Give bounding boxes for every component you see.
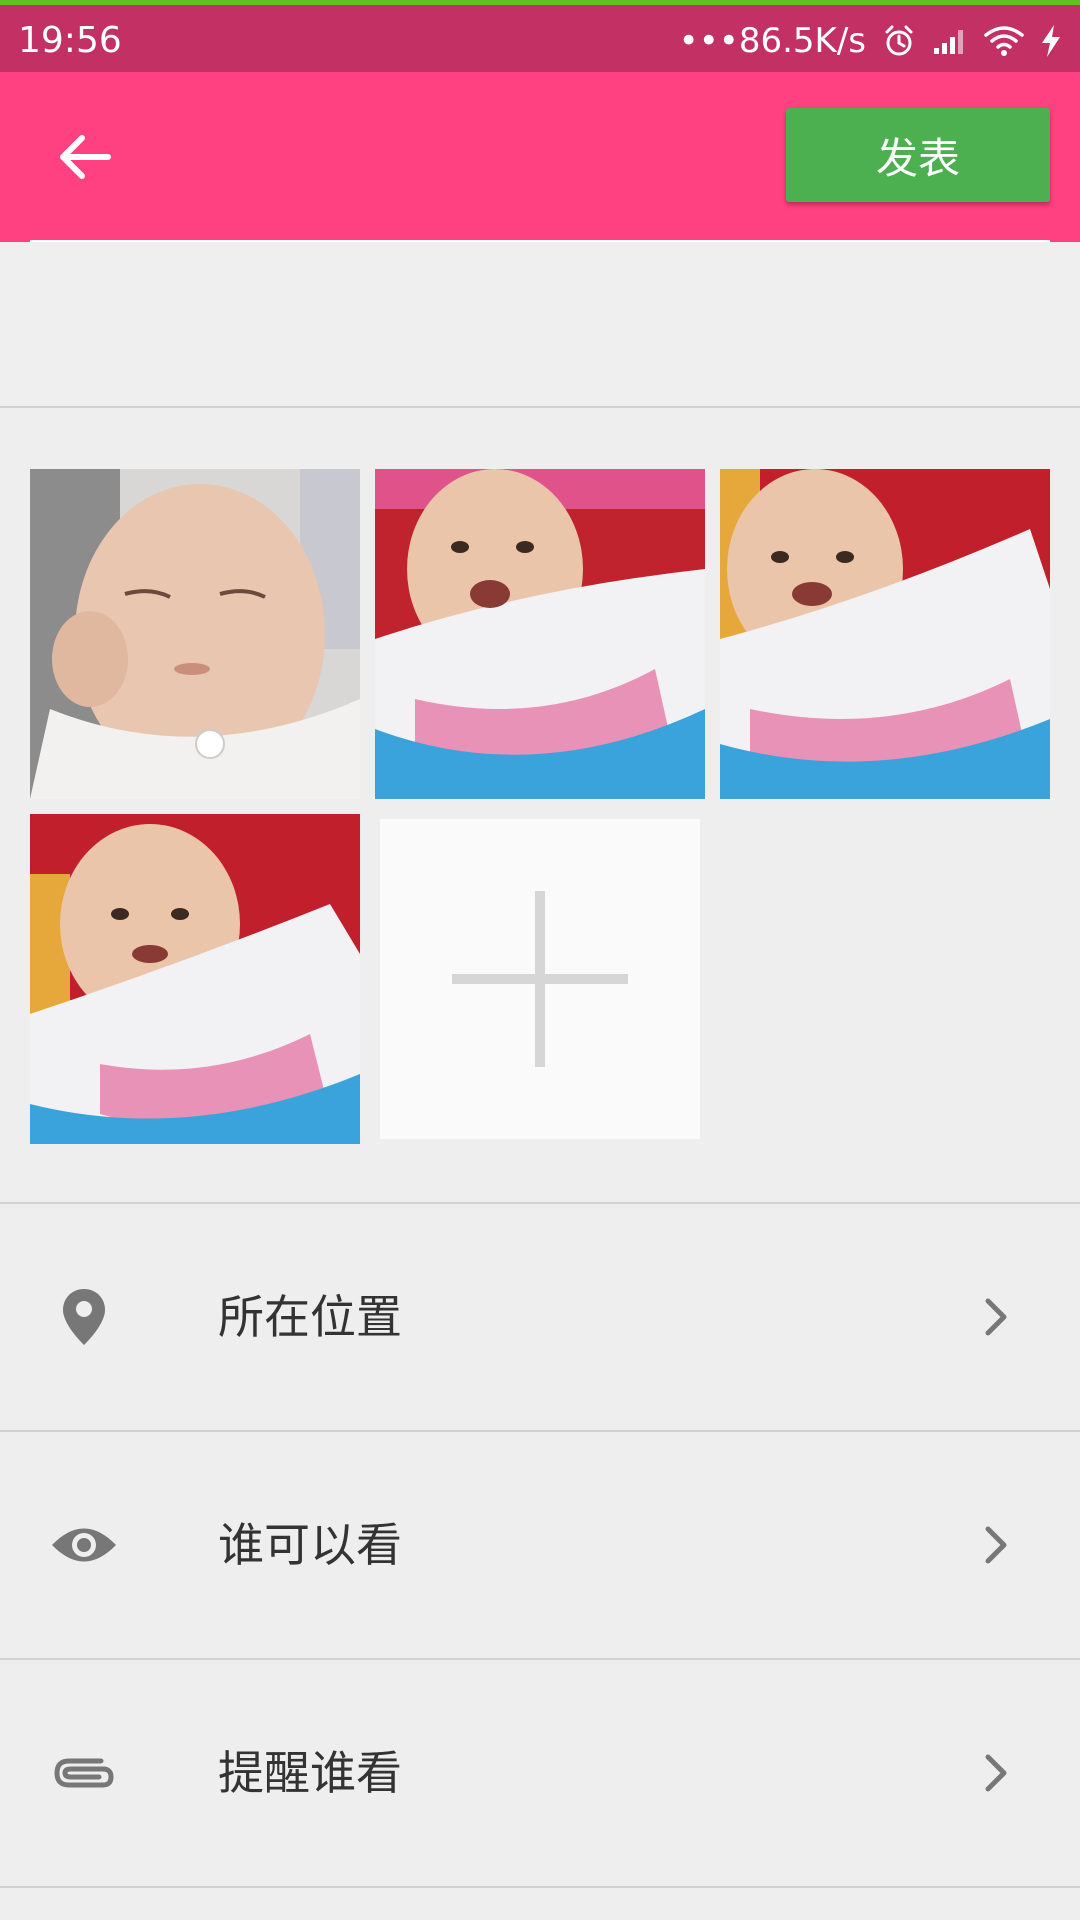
back-button[interactable]: [44, 122, 124, 192]
status-icons: •••86.5K/s: [679, 17, 1062, 65]
photo-thumbnail-4[interactable]: [30, 814, 360, 1144]
baby-photo-2: [375, 469, 705, 799]
divider: [0, 406, 1080, 408]
plus-icon-horizontal: [452, 974, 628, 984]
charging-icon: [1040, 24, 1062, 58]
eye-icon: [44, 1510, 124, 1580]
chevron-right-icon: [976, 1520, 1016, 1570]
menu-item-location[interactable]: 所在位置: [0, 1204, 1080, 1430]
photo-thumbnail-1[interactable]: [30, 469, 360, 799]
baby-photo-1: [30, 469, 360, 799]
location-pin-icon: [44, 1282, 124, 1352]
paperclip-icon: [44, 1738, 124, 1808]
divider: [0, 1886, 1080, 1888]
menu-item-label: 提醒谁看: [218, 1746, 402, 1800]
menu-item-mention[interactable]: 提醒谁看: [0, 1660, 1080, 1886]
arrow-left-icon: [60, 135, 111, 179]
menu-item-label: 谁可以看: [218, 1518, 402, 1572]
photo-thumbnail-3[interactable]: [720, 469, 1050, 799]
status-time: 19:56: [18, 20, 122, 61]
alarm-icon: [882, 24, 916, 58]
status-bar: 19:56 •••86.5K/s: [0, 0, 1080, 72]
chevron-right-icon: [976, 1748, 1016, 1798]
baby-photo-3: [720, 469, 1050, 799]
app-bar: 发表: [0, 72, 1080, 242]
menu-item-visibility[interactable]: 谁可以看: [0, 1432, 1080, 1658]
baby-photo-4: [30, 814, 360, 1144]
menu-item-label: 所在位置: [218, 1290, 402, 1344]
photo-thumbnail-2[interactable]: [375, 469, 705, 799]
post-text-input[interactable]: [0, 242, 1080, 406]
publish-button[interactable]: 发表: [786, 108, 1050, 202]
network-speed: •••86.5K/s: [678, 21, 866, 61]
chevron-right-icon: [976, 1292, 1016, 1342]
add-photo-button[interactable]: [380, 819, 700, 1139]
wifi-icon: [984, 25, 1024, 57]
signal-icon: [932, 26, 968, 56]
